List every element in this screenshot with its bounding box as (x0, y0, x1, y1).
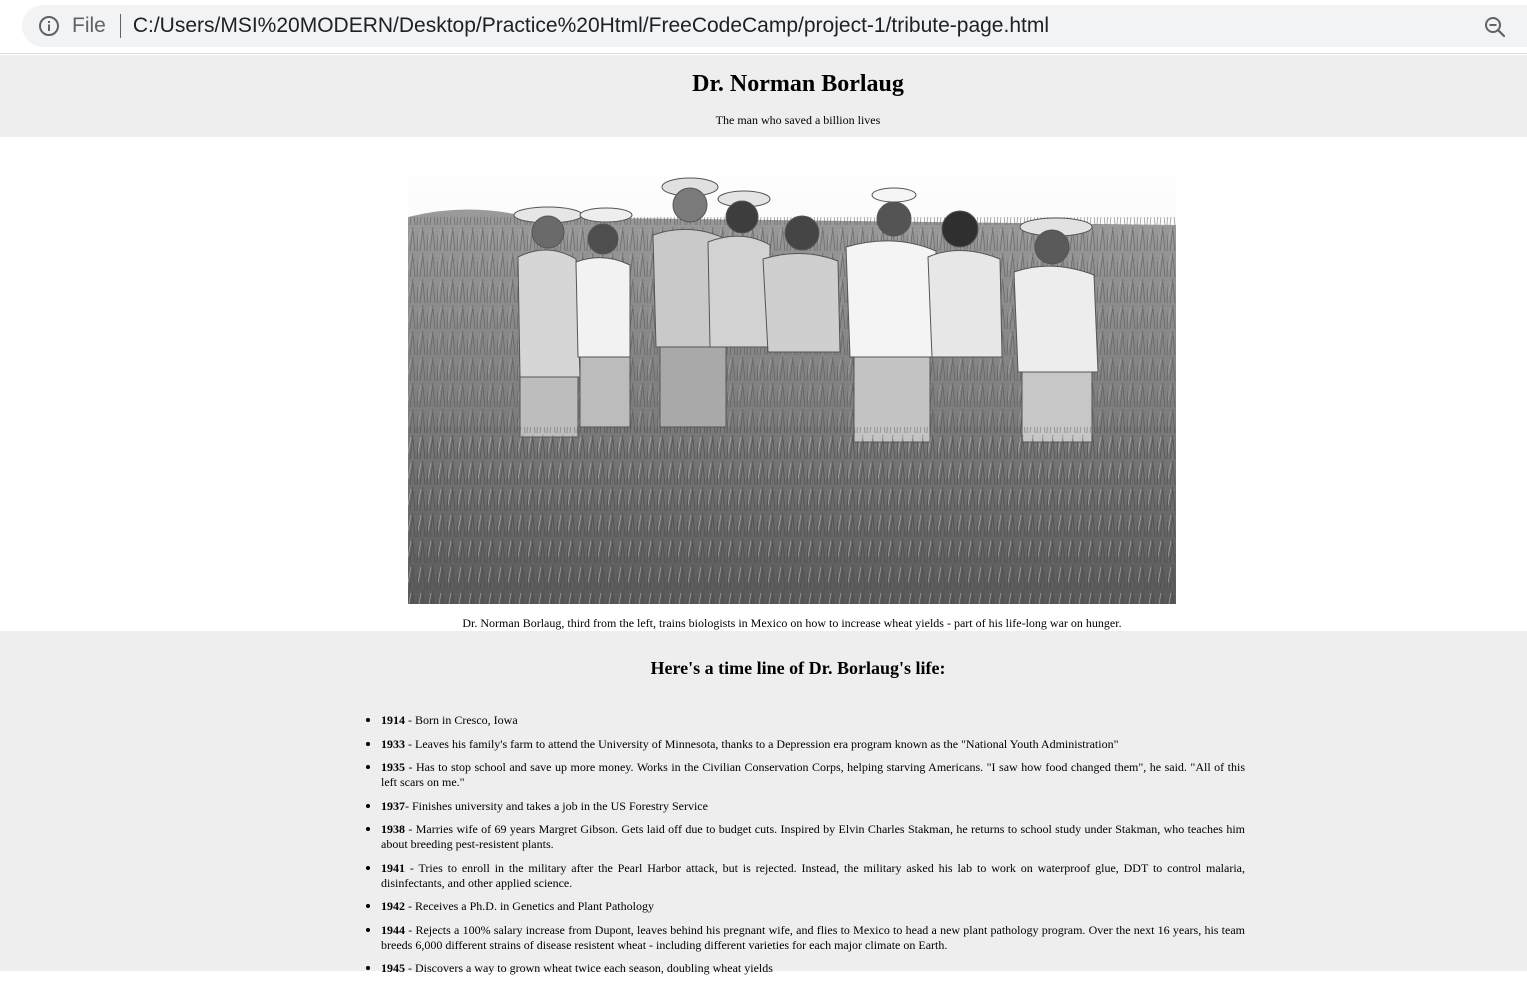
timeline-text: - Marries wife of 69 years Margret Gibso… (381, 822, 1245, 851)
info-icon[interactable] (38, 15, 60, 37)
timeline-list: 1914 - Born in Cresco, Iowa 1933 - Leave… (381, 712, 1245, 984)
list-item: 1944 - Rejects a 100% salary increase fr… (381, 922, 1245, 953)
page-content: Dr. Norman Borlaug The man who saved a b… (0, 55, 1527, 975)
list-item: 1942 - Receives a Ph.D. in Genetics and … (381, 898, 1245, 914)
timeline-text: - Leaves his family's farm to attend the… (405, 736, 1119, 751)
list-item: 1937- Finishes university and takes a jo… (381, 798, 1245, 814)
timeline-text: - Born in Cresco, Iowa (405, 713, 518, 727)
timeline-year: 1942 (381, 899, 405, 913)
timeline-text: - Has to stop school and save up more mo… (381, 760, 1245, 789)
url-text[interactable]: C:/Users/MSI%20MODERN/Desktop/Practice%2… (133, 14, 1049, 38)
timeline-text: - Tries to enroll in the military after … (381, 860, 1245, 890)
timeline-text: - Receives a Ph.D. in Genetics and Plant… (405, 899, 654, 913)
timeline-text: - Finishes university and takes a job in… (405, 798, 708, 813)
page-subtitle: The man who saved a billion lives (715, 113, 881, 127)
timeline-year: 1941 (381, 860, 405, 875)
page-title: Dr. Norman Borlaug (692, 71, 904, 97)
list-item: 1945 - Discovers a way to grown wheat tw… (381, 960, 1245, 976)
file-scheme-label[interactable]: File (72, 14, 106, 38)
borlaug-field-photo (408, 147, 1176, 604)
timeline-text: - Discovers a way to grown wheat twice e… (405, 961, 773, 975)
zoom-out-icon[interactable] (1483, 15, 1507, 39)
list-item: 1938 - Marries wife of 69 years Margret … (381, 821, 1245, 852)
list-item: 1933 - Leaves his family's farm to atten… (381, 736, 1245, 752)
browser-toolbar: File C:/Users/MSI%20MODERN/Desktop/Pract… (0, 0, 1527, 54)
address-bar[interactable]: File C:/Users/MSI%20MODERN/Desktop/Pract… (22, 5, 1527, 47)
address-separator (119, 14, 121, 38)
timeline-year: 1945 (381, 961, 405, 975)
timeline-heading: Here's a time line of Dr. Borlaug's life… (650, 658, 946, 678)
timeline-text: - Rejects a 100% salary increase from Du… (381, 922, 1245, 952)
timeline-year: 1938 (381, 822, 405, 836)
timeline-year: 1933 (381, 736, 405, 751)
list-item: 1914 - Born in Cresco, Iowa (381, 712, 1245, 728)
timeline-year: 1944 (381, 922, 405, 937)
list-item: 1935 - Has to stop school and save up mo… (381, 759, 1245, 790)
timeline-year: 1914 (381, 713, 405, 727)
timeline-year: 1937 (381, 798, 405, 813)
timeline-year: 1935 (381, 760, 405, 774)
list-item: 1941 - Tries to enroll in the military a… (381, 860, 1245, 891)
photo-caption: Dr. Norman Borlaug, third from the left,… (462, 616, 1122, 630)
